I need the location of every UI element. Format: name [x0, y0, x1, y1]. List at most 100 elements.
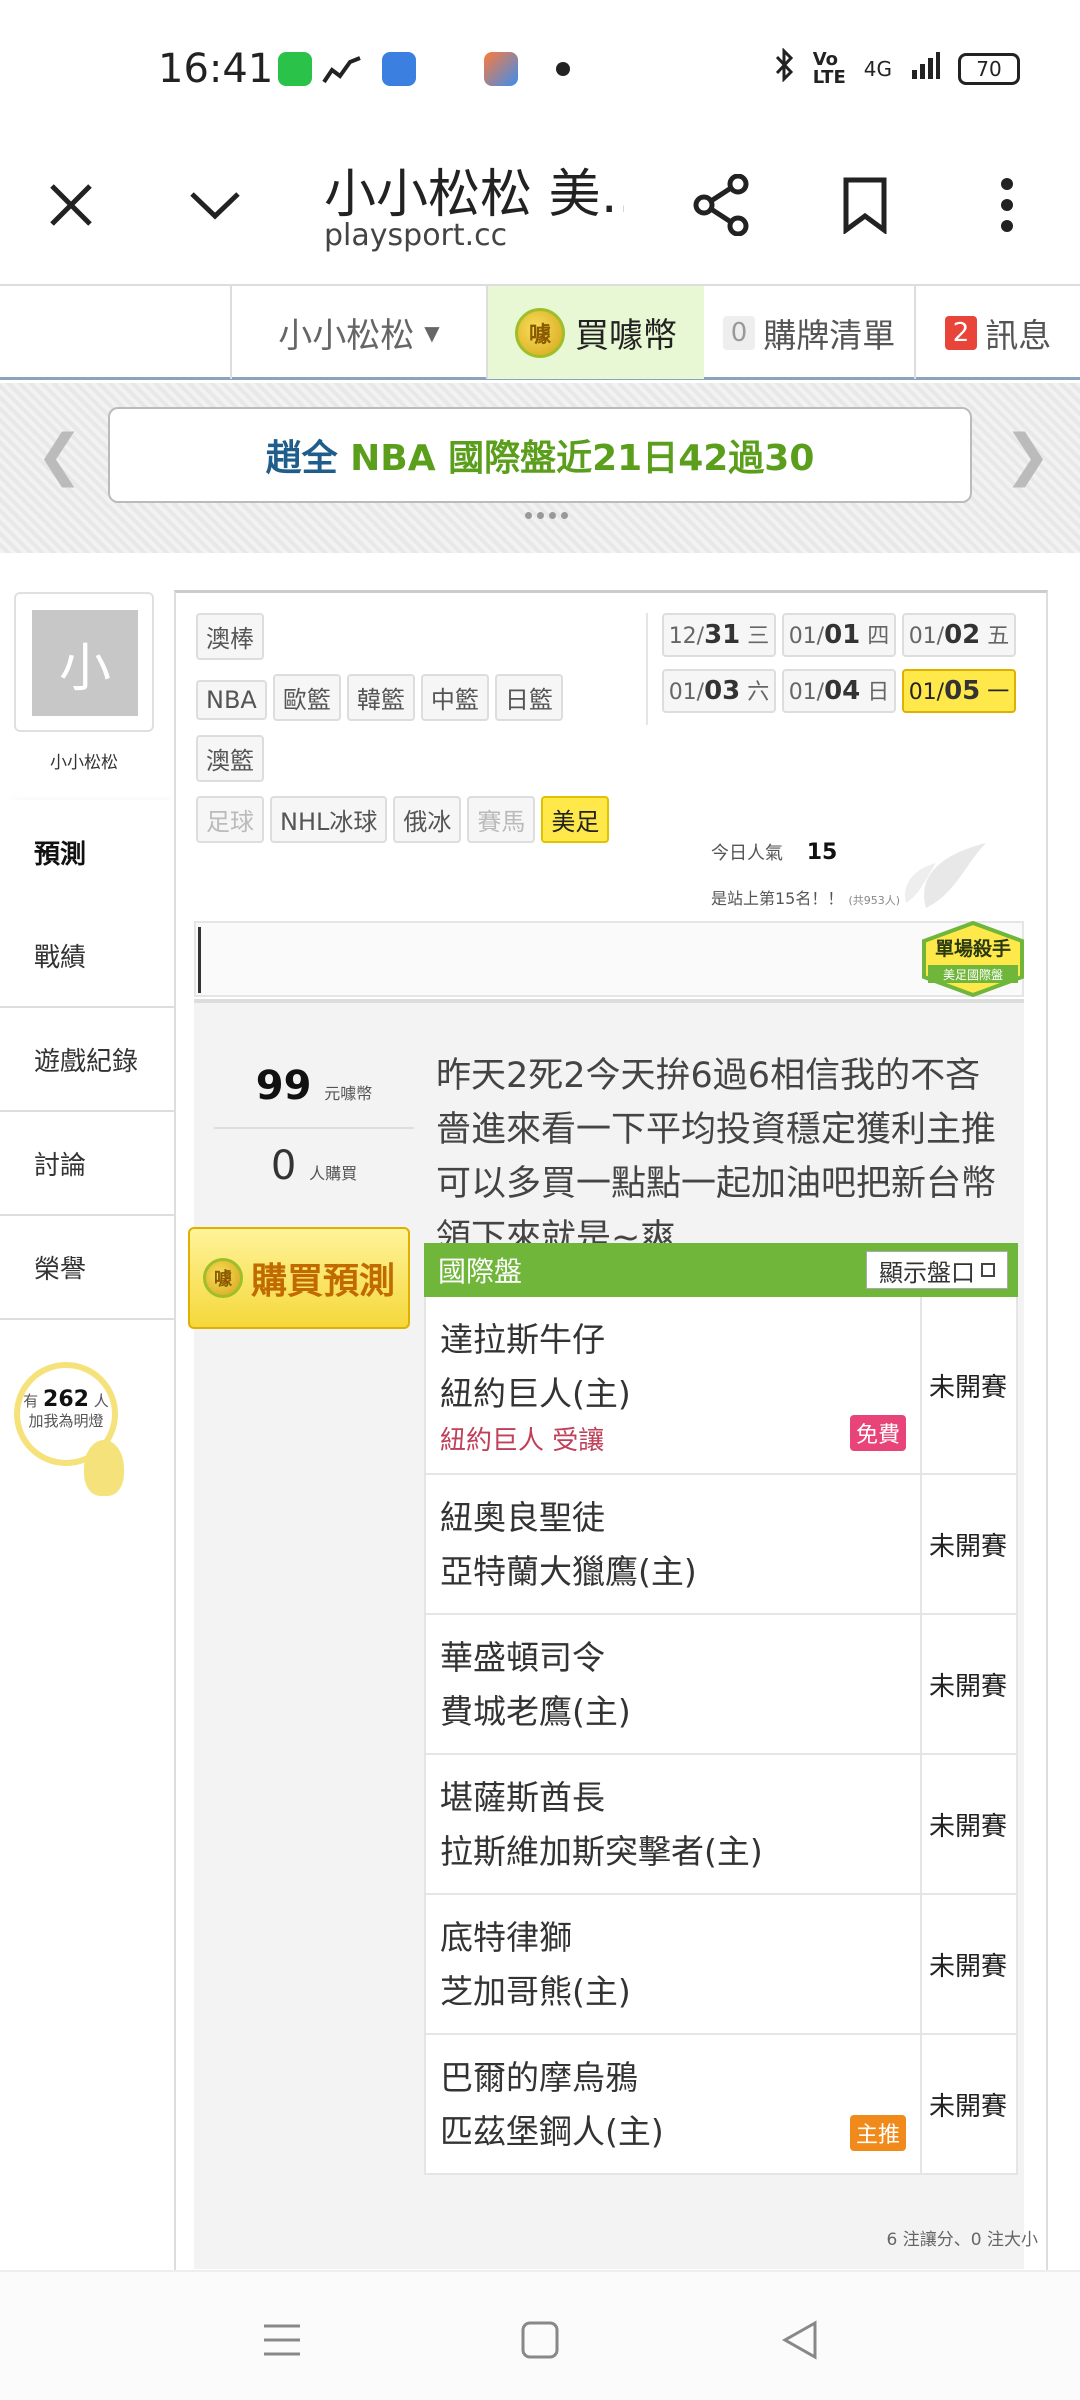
- promo-banner-link[interactable]: 趙全 NBA 國際盤近21日42過30: [108, 407, 972, 503]
- fan-label: 加我為明燈: [28, 1412, 104, 1430]
- side-menu-item-prediction[interactable]: 預測: [0, 800, 174, 904]
- show-odds-button[interactable]: 顯示盤口: [866, 1251, 1008, 1289]
- badge-title: 單場殺手: [935, 937, 1011, 960]
- status-bar: 16:41 Vo LTE 4G 70: [0, 0, 1080, 130]
- lightbulb-icon: [84, 1440, 124, 1496]
- side-menu-item-record[interactable]: 戰績: [0, 904, 174, 1008]
- date-button[interactable]: 01/02 五: [902, 613, 1016, 657]
- side-menu-item-honor[interactable]: 榮譽: [0, 1216, 174, 1320]
- network-type: 4G: [863, 56, 892, 81]
- page-title: 小小松松 美…: [324, 165, 624, 225]
- share-icon[interactable]: [686, 170, 756, 240]
- avatar-frame: 小: [14, 592, 154, 732]
- main-panel: 澳棒 NBA 歐籃 韓籃 中籃 日籃 澳籃 足球 NHL冰球 俄冰 賽馬 美足 12/31 三0…: [174, 590, 1048, 2270]
- league-tag[interactable]: NBA: [196, 680, 267, 720]
- buy-prediction-button[interactable]: 噱 購買預測: [188, 1227, 410, 1329]
- prediction-price: 99 元噱幣: [214, 1063, 414, 1109]
- bluetooth-icon: [773, 47, 795, 89]
- buy-coins-label: 買噱幣: [575, 316, 677, 356]
- game-row: 華盛頓司令 費城老鷹(主) 未開賽: [424, 1615, 1018, 1755]
- browser-toolbar: 小小松松 美… playsport.cc: [0, 130, 1080, 284]
- game-status: 未開賽: [928, 1951, 1007, 1982]
- system-nav-bar: [0, 2270, 1080, 2400]
- league-tag[interactable]: NHL冰球: [270, 796, 388, 843]
- price-unit: 元噱幣: [324, 1084, 373, 1103]
- divider: [214, 1127, 414, 1129]
- home-team: 芝加哥熊(主): [440, 1972, 631, 2011]
- fan-unit: 人: [93, 1392, 109, 1410]
- away-team: 達拉斯牛仔: [440, 1320, 605, 1359]
- popularity: 今日人氣 15: [711, 839, 837, 865]
- away-team: 華盛頓司令: [440, 1638, 605, 1677]
- league-tag-disabled: 賽馬: [467, 796, 536, 843]
- purchase-list-button[interactable]: 0 購牌清單: [704, 286, 916, 379]
- date-button-active[interactable]: 01/05 一: [902, 669, 1016, 713]
- coin-icon: 噱: [515, 307, 565, 358]
- menu-icon[interactable]: [252, 2310, 312, 2370]
- signal-icon: [910, 50, 940, 87]
- league-tag[interactable]: 中籃: [420, 674, 489, 721]
- league-tag[interactable]: 澳棒: [196, 613, 264, 660]
- league-tag[interactable]: 澳籃: [196, 735, 264, 782]
- bookmark-icon[interactable]: [830, 170, 900, 240]
- away-team: 底特律獅: [440, 1918, 572, 1957]
- league-tag[interactable]: 韓籃: [346, 674, 415, 721]
- back-triangle-icon[interactable]: [770, 2310, 830, 2370]
- close-icon[interactable]: [36, 170, 106, 240]
- date-selector: 12/31 三 01/01 四 01/02 五 01/03 六 01/04 日 01/0…: [646, 613, 1046, 725]
- main-pick-tag: 主推: [850, 2115, 907, 2151]
- league-tag[interactable]: 歐籃: [272, 674, 341, 721]
- side-menu: 預測 戰績 遊戲紀錄 討論 榮譽: [0, 800, 174, 1320]
- buy-prediction-label: 購買預測: [250, 1261, 395, 1302]
- side-menu-item-discussion[interactable]: 討論: [0, 1112, 174, 1216]
- avatar[interactable]: 小: [32, 610, 138, 716]
- date-button[interactable]: 01/01 四: [782, 613, 896, 657]
- page-domain: playsport.cc: [324, 218, 508, 253]
- side-menu-item-game-log[interactable]: 遊戲紀錄: [0, 1008, 174, 1112]
- battery-indicator: 70: [958, 52, 1020, 85]
- away-team: 紐奧良聖徒: [440, 1498, 605, 1537]
- home-team: 紐約巨人(主): [440, 1374, 631, 1413]
- messages-button[interactable]: 2 訊息: [916, 286, 1080, 379]
- games-table-title: 國際盤: [438, 1255, 523, 1288]
- site-top-nav: 小小松松 ▼ 噱 買噱幣 0 購牌清單 2 訊息: [0, 284, 1080, 380]
- chevron-down-icon[interactable]: [180, 170, 250, 240]
- home-team: 亞特蘭大獵鷹(主): [440, 1552, 697, 1591]
- league-tag[interactable]: 俄冰: [393, 796, 462, 843]
- home-square-icon[interactable]: [510, 2310, 570, 2370]
- purchase-list-label: 購牌清單: [763, 315, 896, 355]
- game-row: 紐奧良聖徒 亞特蘭大獵鷹(主) 未開賽: [424, 1475, 1018, 1615]
- messages-label: 訊息: [985, 315, 1052, 355]
- message-count-badge: 2: [944, 315, 978, 350]
- game-status: 未開賽: [928, 2091, 1007, 2122]
- wechat-app-icon: [278, 52, 312, 86]
- game-row: 達拉斯牛仔 紐約巨人(主) 紐約巨人 受讓 免費 未開賽: [424, 1297, 1018, 1475]
- league-tags: 澳棒 NBA 歐籃 韓籃 中籃 日籃 澳籃 足球 NHL冰球 俄冰 賽馬 美足: [196, 613, 624, 857]
- banner-next-arrow-icon[interactable]: ❯: [1004, 423, 1051, 488]
- game-app-icon: [484, 52, 518, 86]
- game-status: 未開賽: [928, 1671, 1007, 1702]
- status-time: 16:41: [158, 46, 274, 92]
- date-button[interactable]: 01/03 六: [662, 669, 776, 713]
- date-button[interactable]: 12/31 三: [662, 613, 776, 657]
- game-status: 未開賽: [928, 1531, 1007, 1562]
- user-menu-dropdown[interactable]: 小小松松 ▼: [230, 286, 488, 379]
- date-button[interactable]: 01/04 日: [782, 669, 896, 713]
- league-tag-active[interactable]: 美足: [541, 796, 610, 843]
- free-tag: 免費: [850, 1415, 907, 1451]
- caret-down-icon: ▼: [424, 320, 440, 345]
- cart-count-badge: 0: [722, 315, 756, 350]
- price-value: 99: [255, 1063, 312, 1109]
- more-vertical-icon[interactable]: [972, 170, 1042, 240]
- profile-name: 小小松松: [50, 753, 118, 773]
- app-square-icon: [382, 52, 416, 86]
- league-tag[interactable]: 日籃: [494, 674, 563, 721]
- prediction-card: 99 元噱幣 0 人購買 噱 購買預測 昨天2死2今天拚6過6相信我的不吝嗇進來…: [188, 999, 1024, 2269]
- fan-prefix: 有: [23, 1392, 39, 1410]
- buyers-value: 0: [270, 1143, 297, 1189]
- buy-coins-button[interactable]: 噱 買噱幣: [488, 286, 704, 379]
- home-team: 匹茲堡鋼人(主): [440, 2112, 664, 2151]
- banner-prev-arrow-icon[interactable]: ❮: [36, 423, 83, 488]
- home-team: 拉斯維加斯突擊者(主): [440, 1832, 763, 1871]
- promo-banner: ❮ 趙全 NBA 國際盤近21日42過30 ❯: [0, 383, 1080, 553]
